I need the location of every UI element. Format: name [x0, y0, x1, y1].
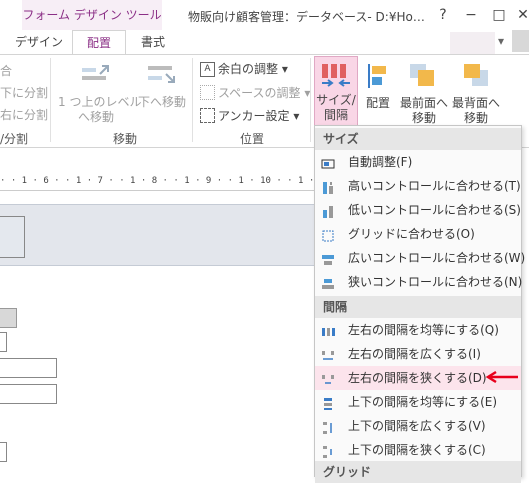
move-down-icon: [146, 62, 178, 86]
group-separator: [310, 58, 311, 142]
move-up-button[interactable]: 1 つ上のレベル へ移動: [58, 95, 141, 125]
spacing-icon: [200, 85, 215, 100]
menu-section-spacing: 間隔: [315, 296, 521, 318]
size-spacing-icon: [322, 64, 350, 87]
align-button[interactable]: 配置: [360, 96, 396, 111]
menu-item-label: 高いコントロールに合わせる(T): [348, 179, 521, 193]
menu-item[interactable]: 上下の間隔を広くする(V): [315, 414, 521, 438]
menu-item[interactable]: 低いコントロールに合わせる(S): [315, 198, 521, 222]
group-separator: [192, 58, 193, 142]
menu-item[interactable]: 自動調整(F): [315, 150, 521, 174]
ribbon-collapse-arrow[interactable]: ▾: [498, 34, 504, 48]
increase-horizontal-icon: [321, 347, 335, 361]
spacing-button[interactable]: スペースの調整 ▾: [218, 84, 310, 101]
avatar[interactable]: [512, 30, 529, 52]
menu-item[interactable]: グリッドに合わせる(O): [315, 222, 521, 246]
menu-item[interactable]: 左右の間隔を広くする(I): [315, 342, 521, 366]
split-right-button[interactable]: 右に分割: [0, 106, 48, 123]
menu-item-label: 自動調整(F): [348, 155, 413, 169]
bring-to-front-icon: [408, 62, 438, 90]
increase-vertical-icon: [321, 419, 335, 434]
menu-item-label: 上下の間隔を均等にする(E): [348, 395, 498, 409]
move-down-button[interactable]: 下へ移動: [136, 95, 188, 110]
minimize-button[interactable]: −: [456, 2, 486, 28]
margin-button[interactable]: 余白の調整 ▾: [218, 60, 288, 77]
menu-item-label: 低いコントロールに合わせる(S): [348, 203, 521, 217]
split-below-button[interactable]: 下に分割: [0, 84, 48, 101]
margin-icon: A: [200, 62, 215, 77]
account-area: [450, 32, 495, 54]
menu-item[interactable]: 狭いコントロールに合わせる(N): [315, 270, 523, 294]
menu-item[interactable]: 上下の間隔を狭くする(C): [315, 438, 521, 462]
menu-section-grid: グリッド: [315, 461, 521, 483]
to-widest-icon: [321, 251, 335, 265]
help-button[interactable]: ?: [428, 2, 458, 28]
form-text-control[interactable]: [0, 384, 57, 404]
close-button[interactable]: ✕: [508, 2, 529, 28]
decrease-horizontal-icon: [321, 371, 335, 385]
menu-item[interactable]: 左右の間隔を均等にする(Q): [315, 318, 521, 342]
spacing-label: スペースの調整: [218, 86, 301, 100]
header-control[interactable]: [0, 216, 25, 258]
tab-design[interactable]: デザイン: [10, 30, 68, 54]
menu-item-label: 左右の間隔を狭くする(D): [348, 371, 487, 385]
tab-arrange[interactable]: 配置: [72, 30, 126, 55]
context-tab-label: フォーム デザイン ツール: [22, 0, 162, 30]
size-spacing-button[interactable]: サイズ/ 間隔: [314, 56, 358, 128]
menu-item-label: 左右の間隔を均等にする(Q): [348, 323, 499, 337]
form-text-control[interactable]: [0, 442, 7, 462]
split-group-label: /分割: [0, 132, 29, 146]
auto-fit-icon: [321, 155, 335, 169]
window-title: 物販向け顧客管理：データベース- D:¥Ho…: [188, 10, 425, 24]
move-group-label: 移動: [112, 132, 137, 146]
bring-to-front-button[interactable]: 最前面へ 移動: [398, 96, 450, 126]
horizontal-ruler: · · 1 · 6 · · 1 · 7 · · 1 · 8 · · 1 · 9 …: [0, 176, 315, 191]
equal-horizontal-icon: [321, 323, 335, 337]
position-group-label: 位置: [239, 132, 264, 146]
anchor-button[interactable]: アンカー設定 ▾: [218, 107, 299, 124]
to-grid-icon: [321, 227, 335, 242]
send-to-back-icon: [462, 62, 492, 90]
send-to-back-button[interactable]: 最背面へ 移動: [450, 96, 502, 126]
form-label-control[interactable]: [0, 308, 17, 328]
size-spacing-menu: サイズ 自動調整(F) 高いコントロールに合わせる(T) 低いコントロールに合わせる…: [314, 125, 525, 483]
group-separator: [50, 58, 51, 142]
move-up-icon: [80, 62, 112, 86]
menu-item[interactable]: 高いコントロールに合わせる(T): [315, 174, 521, 198]
anchor-label: アンカー設定: [218, 109, 290, 123]
equal-vertical-icon: [321, 395, 335, 410]
to-narrowest-icon: [321, 275, 335, 289]
tab-format[interactable]: 書式: [130, 30, 176, 54]
form-design-canvas[interactable]: [0, 196, 315, 475]
menu-item-label: 上下の間隔を狭くする(C): [348, 443, 486, 457]
decrease-vertical-icon: [321, 443, 335, 458]
merge-button[interactable]: 合: [0, 62, 12, 79]
menu-item-label: 上下の間隔を広くする(V): [348, 419, 486, 433]
menu-item-label: 左右の間隔を広くする(I): [348, 347, 481, 361]
red-arrow-annotation: [484, 369, 520, 385]
menu-item-label: 狭いコントロールに合わせる(N): [348, 275, 523, 289]
size-spacing-label: サイズ/ 間隔: [316, 93, 356, 122]
menu-item[interactable]: 広いコントロールに合わせる(W): [315, 246, 525, 270]
menu-item[interactable]: 上下の間隔を均等にする(E): [315, 390, 521, 414]
menu-item-label: 広いコントロールに合わせる(W): [348, 251, 526, 265]
anchor-icon: [200, 108, 215, 123]
form-header-section: [0, 204, 315, 266]
align-icon: [364, 62, 392, 90]
form-text-control[interactable]: [0, 358, 57, 378]
margin-label: 余白の調整: [218, 62, 279, 76]
menu-section-size: サイズ: [315, 128, 521, 150]
to-shortest-icon: [321, 203, 335, 218]
form-text-control[interactable]: [0, 332, 7, 352]
menu-item-label: グリッドに合わせる(O): [348, 227, 475, 241]
to-tallest-icon: [321, 179, 335, 194]
